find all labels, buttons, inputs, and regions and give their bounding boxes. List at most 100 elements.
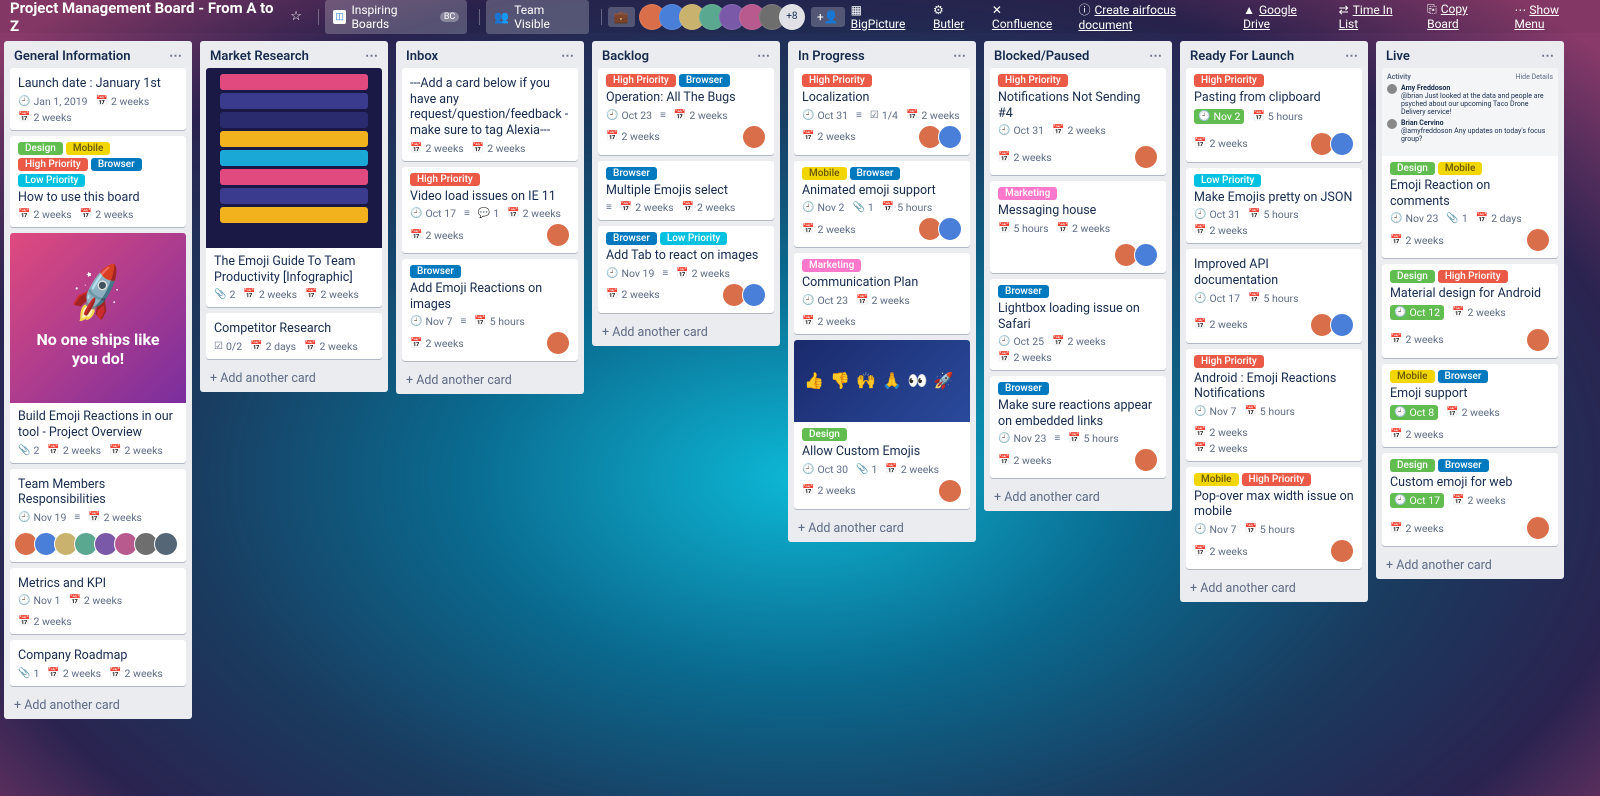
card[interactable]: ActivityHide DetailsAmy Freddoson@brian … bbox=[1382, 68, 1558, 258]
member-overflow[interactable]: +8 bbox=[779, 4, 805, 30]
card[interactable]: High PriorityBrowserOperation: All The B… bbox=[598, 68, 774, 155]
card[interactable]: DesignMobileHigh PriorityBrowserLow Prio… bbox=[10, 136, 186, 228]
member-avatar[interactable] bbox=[546, 331, 570, 355]
card-members[interactable] bbox=[922, 125, 962, 149]
label-high-priority[interactable]: High Priority bbox=[1194, 74, 1264, 87]
card[interactable]: BrowserLightbox loading issue on Safari🕘… bbox=[990, 279, 1166, 370]
card[interactable]: MarketingMessaging house📅 5 hours📅 2 wee… bbox=[990, 181, 1166, 273]
card[interactable]: Launch date : January 1st🕘 Jan 1, 2019📅 … bbox=[10, 68, 186, 130]
powerup-butler[interactable]: ⚙Butler bbox=[933, 3, 978, 31]
label-high-priority[interactable]: High Priority bbox=[18, 158, 88, 171]
list-header[interactable]: Ready For Launch⋯ bbox=[1180, 41, 1368, 68]
board-members[interactable]: +8 bbox=[645, 4, 805, 30]
label-browser[interactable]: Browser bbox=[998, 285, 1049, 298]
show-menu-button[interactable]: ⋯ Show Menu bbox=[1514, 3, 1590, 31]
list-header[interactable]: Inbox⋯ bbox=[396, 41, 584, 68]
list-menu-icon[interactable]: ⋯ bbox=[1345, 49, 1358, 64]
card-members[interactable] bbox=[726, 283, 766, 307]
label-browser[interactable]: Browser bbox=[1438, 459, 1489, 472]
label-mobile[interactable]: Mobile bbox=[1194, 473, 1239, 486]
card[interactable]: Company Roadmap📎 1📅 2 weeks📅 2 weeks bbox=[10, 640, 186, 686]
card[interactable]: BrowserLow PriorityAdd Tab to react on i… bbox=[598, 226, 774, 313]
powerup-time-in-list[interactable]: ⇄Time In List bbox=[1339, 3, 1413, 31]
powerup-bigpicture[interactable]: ▦BigPicture bbox=[851, 3, 919, 31]
list-menu-icon[interactable]: ⋯ bbox=[1541, 49, 1554, 64]
list-header[interactable]: Market Research⋯ bbox=[200, 41, 388, 68]
card[interactable]: Improved API documentation🕘 Oct 17📅 5 ho… bbox=[1186, 249, 1362, 342]
powerup-create-airfocus-document[interactable]: ⓘCreate airfocus document bbox=[1078, 1, 1229, 32]
add-card-button[interactable]: + Add another card bbox=[984, 484, 1172, 511]
add-card-button[interactable]: + Add another card bbox=[396, 367, 584, 394]
label-high-priority[interactable]: High Priority bbox=[1194, 355, 1264, 368]
label-browser[interactable]: Browser bbox=[998, 382, 1049, 395]
card-members[interactable] bbox=[1530, 516, 1550, 540]
label-mobile[interactable]: Mobile bbox=[1390, 370, 1435, 383]
card[interactable]: High PriorityNotifications Not Sending #… bbox=[990, 68, 1166, 175]
invite-button[interactable]: +👤 bbox=[811, 7, 845, 27]
label-marketing[interactable]: Marketing bbox=[998, 187, 1057, 200]
member-avatar[interactable] bbox=[1134, 243, 1158, 267]
card[interactable]: MobileBrowserEmoji support🕘Oct 8📅 2 week… bbox=[1382, 364, 1558, 447]
card-members[interactable] bbox=[550, 331, 570, 355]
card[interactable]: BrowserMake sure reactions appear on emb… bbox=[990, 376, 1166, 478]
card[interactable]: High PriorityLocalization🕘 Oct 31≡☑ 1/4📅… bbox=[794, 68, 970, 155]
card[interactable]: Low PriorityMake Emojis pretty on JSON🕘 … bbox=[1186, 168, 1362, 244]
board-title[interactable]: Project Management Board - From A to Z bbox=[10, 0, 280, 35]
card-members[interactable] bbox=[1334, 539, 1354, 563]
card-members[interactable] bbox=[1530, 228, 1550, 252]
add-card-button[interactable]: + Add another card bbox=[1180, 575, 1368, 602]
label-mobile[interactable]: Mobile bbox=[66, 142, 111, 155]
card-members[interactable] bbox=[1314, 313, 1354, 337]
list-menu-icon[interactable]: ⋯ bbox=[561, 49, 574, 64]
label-low-priority[interactable]: Low Priority bbox=[18, 174, 85, 187]
add-card-button[interactable]: + Add another card bbox=[4, 692, 192, 719]
label-high-priority[interactable]: High Priority bbox=[410, 173, 480, 186]
list-menu-icon[interactable]: ⋯ bbox=[169, 49, 182, 64]
card[interactable]: The Emoji Guide To Team Productivity [In… bbox=[206, 68, 382, 307]
card-members[interactable] bbox=[1118, 243, 1158, 267]
powerup-google-drive[interactable]: ▲Google Drive bbox=[1243, 3, 1325, 31]
card-members[interactable] bbox=[1138, 448, 1158, 472]
card[interactable]: High PriorityAndroid : Emoji Reactions N… bbox=[1186, 349, 1362, 461]
label-browser[interactable]: Browser bbox=[679, 74, 730, 87]
list-menu-icon[interactable]: ⋯ bbox=[953, 49, 966, 64]
member-avatar[interactable] bbox=[546, 223, 570, 247]
add-card-button[interactable]: + Add another card bbox=[200, 365, 388, 392]
card-members[interactable] bbox=[746, 125, 766, 149]
list-menu-icon[interactable]: ⋯ bbox=[757, 49, 770, 64]
card[interactable]: MobileHigh PriorityPop-over max width is… bbox=[1186, 467, 1362, 569]
list-menu-icon[interactable]: ⋯ bbox=[365, 49, 378, 64]
label-high-priority[interactable]: High Priority bbox=[1438, 270, 1508, 283]
card[interactable]: Metrics and KPI🕘 Nov 1📅 2 weeks📅 2 weeks bbox=[10, 568, 186, 635]
star-icon[interactable]: ☆ bbox=[290, 9, 302, 24]
card-members[interactable] bbox=[922, 217, 962, 241]
card-members[interactable] bbox=[550, 223, 570, 247]
label-low-priority[interactable]: Low Priority bbox=[660, 232, 727, 245]
label-browser[interactable]: Browser bbox=[606, 167, 657, 180]
powerup-confluence[interactable]: ✕Confluence bbox=[992, 3, 1065, 31]
member-avatar[interactable] bbox=[154, 532, 178, 556]
card-members[interactable] bbox=[1138, 145, 1158, 169]
card[interactable]: Competitor Research☑ 0/2📅 2 days📅 2 week… bbox=[206, 313, 382, 359]
label-browser[interactable]: Browser bbox=[410, 265, 461, 278]
member-avatar[interactable] bbox=[938, 125, 962, 149]
board-canvas[interactable]: General Information⋯Launch date : Januar… bbox=[0, 33, 1600, 796]
label-design[interactable]: Design bbox=[802, 428, 847, 441]
member-avatar[interactable] bbox=[1526, 328, 1550, 352]
briefcase-button[interactable]: 💼 bbox=[608, 7, 635, 27]
label-mobile[interactable]: Mobile bbox=[1438, 162, 1483, 175]
member-avatar[interactable] bbox=[1134, 448, 1158, 472]
label-low-priority[interactable]: Low Priority bbox=[1194, 174, 1261, 187]
card[interactable]: BrowserMultiple Emojis select≡📅 2 weeks📅… bbox=[598, 161, 774, 221]
card[interactable]: High PriorityVideo load issues on IE 11🕘… bbox=[402, 167, 578, 254]
member-avatar[interactable] bbox=[938, 479, 962, 503]
card[interactable]: MarketingCommunication Plan🕘 Oct 23📅 2 w… bbox=[794, 253, 970, 334]
list-header[interactable]: Backlog⋯ bbox=[592, 41, 780, 68]
member-avatar[interactable] bbox=[1526, 516, 1550, 540]
card-members[interactable] bbox=[18, 532, 178, 556]
member-avatar[interactable] bbox=[1330, 313, 1354, 337]
label-high-priority[interactable]: High Priority bbox=[802, 74, 872, 87]
card-members[interactable] bbox=[942, 479, 962, 503]
member-avatar[interactable] bbox=[1134, 145, 1158, 169]
label-design[interactable]: Design bbox=[1390, 270, 1435, 283]
